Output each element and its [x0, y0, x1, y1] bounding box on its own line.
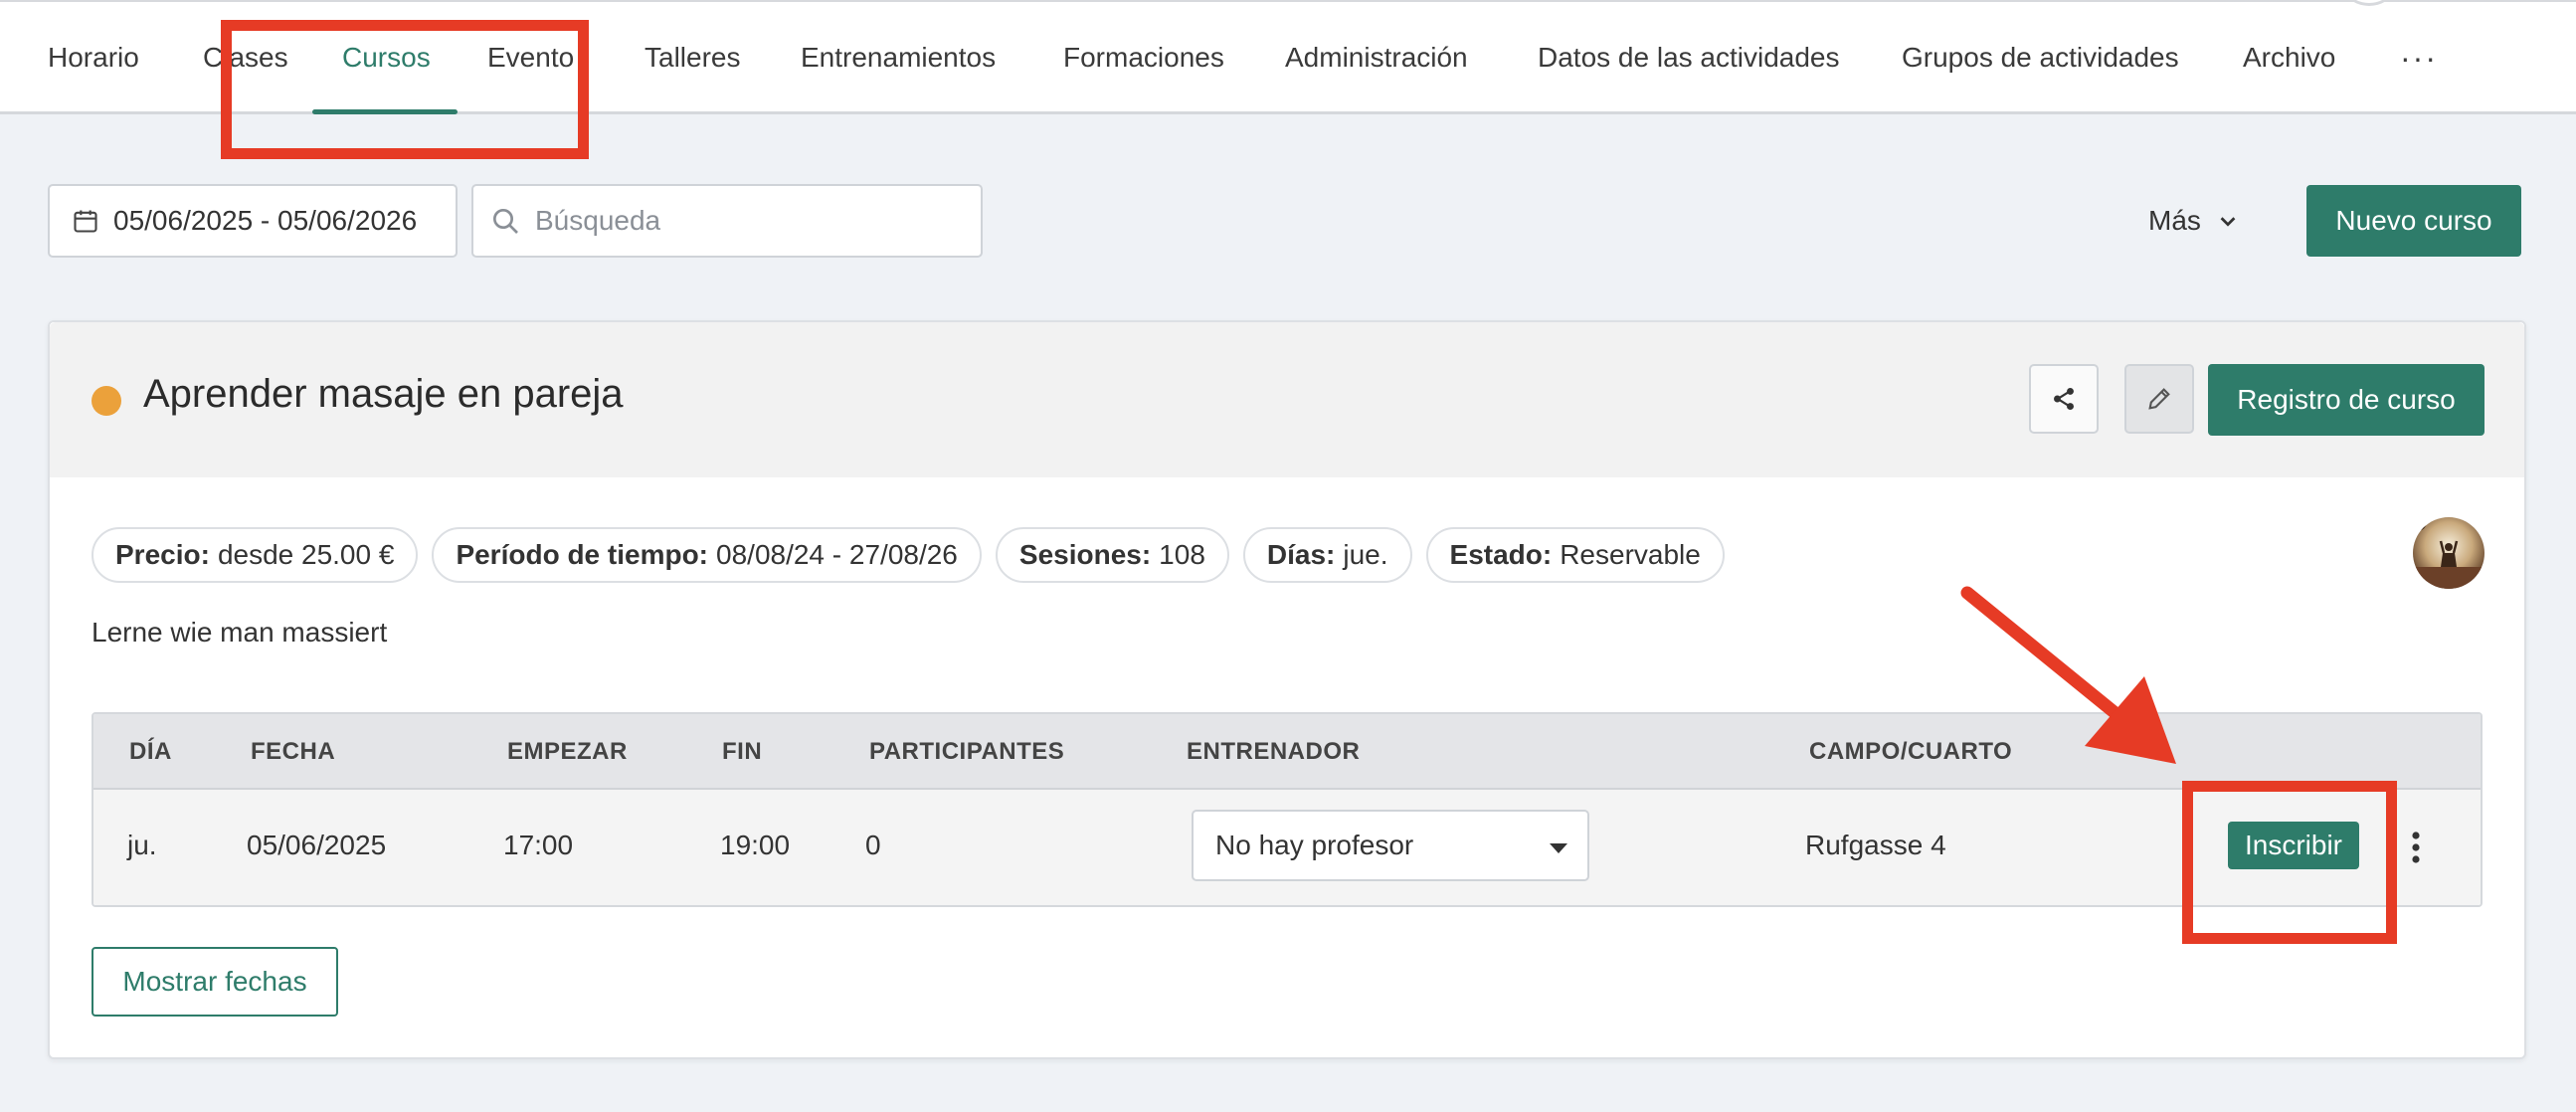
- yoga-figure-image: [2413, 517, 2484, 589]
- days-label: Días:: [1266, 539, 1336, 570]
- state-label: Estado:: [1449, 539, 1553, 570]
- table-row: ju. 05/06/2025 17:00 19:00 0 No hay prof…: [93, 790, 2481, 905]
- course-description: Lerne wie man massiert: [92, 617, 388, 648]
- search-input[interactable]: [535, 205, 953, 237]
- course-title: Aprender masaje en pareja: [143, 372, 624, 416]
- share-button[interactable]: [2029, 364, 2099, 434]
- header-start: EMPEZAR: [507, 738, 628, 765]
- show-dates-button[interactable]: Mostrar fechas: [92, 947, 338, 1017]
- period-value: 08/08/24 - 27/08/26: [716, 539, 958, 570]
- trainer-selected-value: No hay profesor: [1215, 830, 1414, 860]
- tab-evento[interactable]: Evento: [487, 2, 574, 113]
- days-chip: Días: jue.: [1242, 527, 1412, 583]
- header-room: CAMPO/CUARTO: [1809, 738, 2013, 765]
- course-register-button[interactable]: Registro de curso: [2208, 364, 2484, 436]
- course-image-avatar: [2413, 517, 2484, 589]
- cell-day: ju.: [127, 830, 157, 860]
- chevron-down-icon: [2220, 217, 2236, 227]
- header-trainer: ENTRENADOR: [1187, 738, 1361, 765]
- search-box[interactable]: [471, 184, 983, 258]
- course-card-header: Aprender masaje en pareja Registro de cu…: [50, 322, 2524, 477]
- more-label: Más: [2148, 205, 2201, 236]
- cell-participants: 0: [865, 830, 881, 860]
- date-range-value: 05/06/2025 - 05/06/2026: [113, 205, 418, 236]
- edit-button[interactable]: [2124, 364, 2194, 434]
- tab-horario[interactable]: Horario: [48, 2, 139, 113]
- course-info-chips: Precio: desde 25.00 € Período de tiempo:…: [92, 527, 1725, 583]
- header-participants: PARTICIPANTES: [869, 738, 1065, 765]
- tab-cursos[interactable]: Cursos: [342, 2, 431, 113]
- user-avatar[interactable]: [2347, 0, 2391, 6]
- header-day: DÍA: [129, 738, 172, 765]
- more-dropdown-button[interactable]: Más: [2148, 184, 2278, 258]
- kebab-menu-icon: [2412, 832, 2420, 863]
- tab-grupos-actividades[interactable]: Grupos de actividades: [1902, 2, 2179, 113]
- search-icon: [493, 209, 518, 234]
- sessions-table: DÍA FECHA EMPEZAR FIN PARTICIPANTES ENTR…: [92, 712, 2483, 907]
- calendar-icon: [74, 210, 97, 233]
- tab-archivo[interactable]: Archivo: [2243, 2, 2335, 113]
- date-range-picker[interactable]: 05/06/2025 - 05/06/2026: [48, 184, 458, 258]
- tab-talleres[interactable]: Talleres: [644, 2, 740, 113]
- dropdown-caret-icon: [1550, 843, 1567, 853]
- tab-clases[interactable]: Clases: [203, 2, 288, 113]
- cell-end: 19:00: [720, 830, 791, 860]
- sessions-label: Sesiones:: [1018, 539, 1152, 570]
- price-chip: Precio: desde 25.00 €: [92, 527, 419, 583]
- price-label: Precio:: [115, 539, 210, 570]
- row-menu-button[interactable]: [2401, 826, 2431, 869]
- nav-more-icon[interactable]: ···: [2400, 2, 2438, 113]
- cell-room: Rufgasse 4: [1805, 830, 1946, 860]
- state-value: Reservable: [1560, 539, 1701, 570]
- trainer-select[interactable]: No hay profesor: [1192, 810, 1589, 881]
- state-chip: Estado: Reservable: [1425, 527, 1725, 583]
- period-label: Período de tiempo:: [456, 539, 709, 570]
- cell-start: 17:00: [503, 830, 574, 860]
- tab-entrenamientos[interactable]: Entrenamientos: [801, 2, 996, 113]
- pencil-icon: [2148, 388, 2170, 410]
- active-tab-indicator: [312, 109, 458, 114]
- top-navigation: Horario Clases Cursos Evento Talleres En…: [0, 0, 2576, 114]
- new-course-button[interactable]: Nuevo curso: [2306, 185, 2521, 257]
- course-status-dot: [92, 386, 121, 416]
- tab-administracion[interactable]: Administración: [1285, 2, 1468, 113]
- course-card: Aprender masaje en pareja Registro de cu…: [48, 320, 2526, 1059]
- sessions-value: 108: [1159, 539, 1205, 570]
- tab-datos-actividades[interactable]: Datos de las actividades: [1538, 2, 1840, 113]
- cell-date: 05/06/2025: [247, 830, 387, 860]
- header-date: FECHA: [251, 738, 336, 765]
- enroll-button[interactable]: Inscribir: [2228, 822, 2359, 869]
- sessions-chip: Sesiones: 108: [995, 527, 1229, 583]
- tab-formaciones[interactable]: Formaciones: [1063, 2, 1224, 113]
- header-end: FIN: [722, 738, 763, 765]
- table-header: DÍA FECHA EMPEZAR FIN PARTICIPANTES ENTR…: [93, 714, 2481, 790]
- price-value: desde 25.00 €: [217, 539, 395, 570]
- period-chip: Período de tiempo: 08/08/24 - 27/08/26: [432, 527, 982, 583]
- days-value: jue.: [1343, 539, 1388, 570]
- share-icon: [2054, 387, 2074, 411]
